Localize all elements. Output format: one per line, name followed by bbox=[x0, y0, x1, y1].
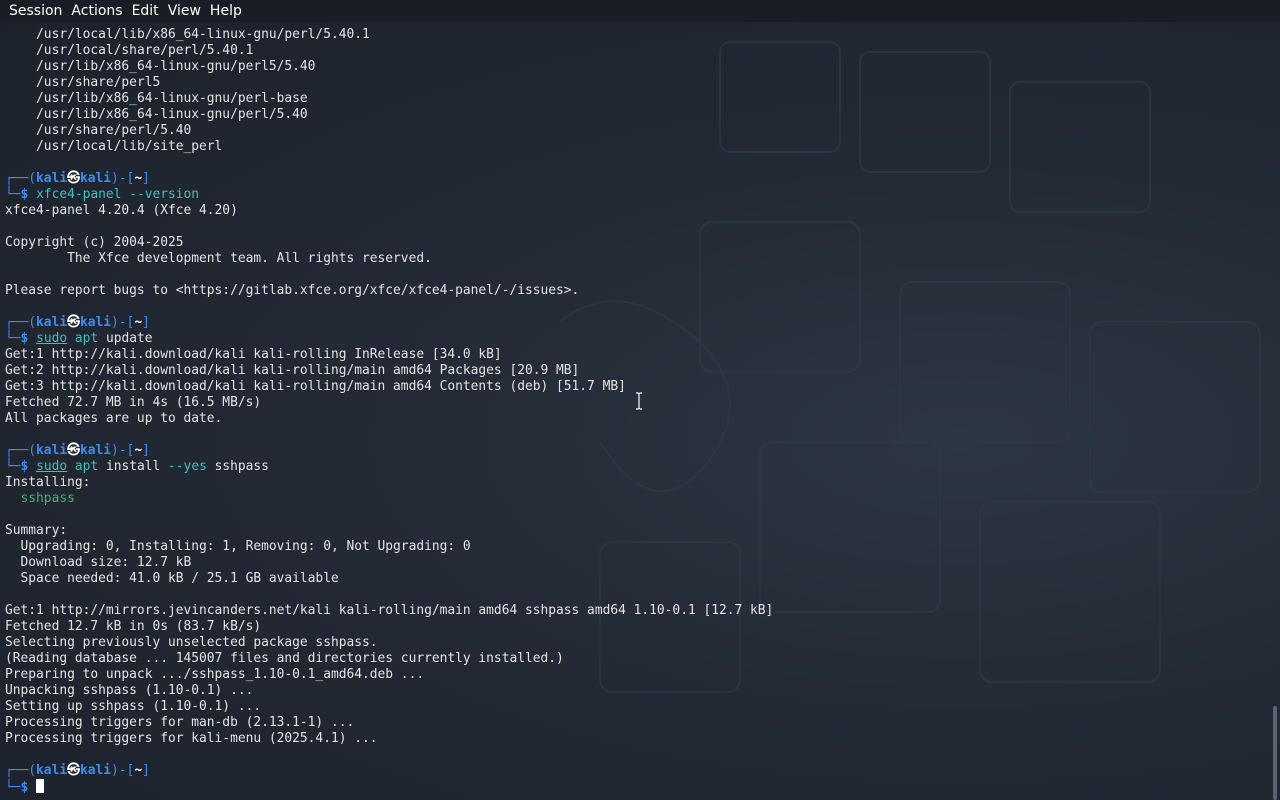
output-line: Get:1 http://kali.download/kali kali-rol… bbox=[5, 347, 502, 362]
prompt-header: ┌──(kali㉿kali)-[~] bbox=[5, 443, 150, 458]
output-line: Selecting previously unselected package … bbox=[5, 635, 378, 650]
output-line: /usr/local/share/perl/5.40.1 bbox=[36, 43, 254, 58]
menu-bar: Session Actions Edit View Help bbox=[0, 0, 1280, 22]
command-line: └─$ sudo apt install --yes sshpass bbox=[5, 459, 269, 474]
output-line: /usr/share/perl/5.40 bbox=[36, 123, 192, 138]
command-line: └─$ sudo apt update bbox=[5, 331, 153, 346]
menu-session[interactable]: Session bbox=[0, 0, 66, 22]
output-line: /usr/local/lib/site_perl bbox=[36, 139, 223, 154]
output-line: /usr/share/perl5 bbox=[36, 75, 161, 90]
output-line: Please report bugs to <https://gitlab.xf… bbox=[5, 283, 580, 298]
prompt-header: ┌──(kali㉿kali)-[~] bbox=[5, 763, 150, 778]
output-line: Download size: 12.7 kB bbox=[5, 555, 192, 570]
output-line: The Xfce development team. All rights re… bbox=[5, 251, 432, 266]
prompt-header: ┌──(kali㉿kali)-[~] bbox=[5, 171, 150, 186]
output-line: /usr/local/lib/x86_64-linux-gnu/perl/5.4… bbox=[36, 27, 370, 42]
command-line: └─$ xfce4-panel --version bbox=[5, 187, 200, 202]
output-line: (Reading database ... 145007 files and d… bbox=[5, 651, 564, 666]
output-line: Processing triggers for man-db (2.13.1-1… bbox=[5, 715, 355, 730]
output-line: /usr/lib/x86_64-linux-gnu/perl5/5.40 bbox=[36, 59, 316, 74]
menu-edit[interactable]: Edit bbox=[127, 0, 163, 22]
output-line: Processing triggers for kali-menu (2025.… bbox=[5, 731, 378, 746]
output-line: Unpacking sshpass (1.10-0.1) ... bbox=[5, 683, 254, 698]
menu-view[interactable]: View bbox=[163, 0, 205, 22]
output-line: Setting up sshpass (1.10-0.1) ... bbox=[5, 699, 262, 714]
output-line: All packages are up to date. bbox=[5, 411, 223, 426]
output-line: Fetched 12.7 kB in 0s (83.7 kB/s) bbox=[5, 619, 262, 634]
output-line: /usr/lib/x86_64-linux-gnu/perl-base bbox=[36, 91, 308, 106]
command-input-line[interactable]: └─$ bbox=[0, 779, 1270, 795]
terminal-output[interactable]: /usr/local/lib/x86_64-linux-gnu/perl/5.4… bbox=[0, 27, 1270, 800]
output-line: xfce4-panel 4.20.4 (Xfce 4.20) bbox=[5, 203, 238, 218]
ibeam-mouse-cursor-icon bbox=[636, 392, 642, 410]
output-line: Copyright (c) 2004-2025 bbox=[5, 235, 184, 250]
terminal-window: Session Actions Edit View Help /usr/loca… bbox=[0, 0, 1280, 800]
output-line: Upgrading: 0, Installing: 1, Removing: 0… bbox=[5, 539, 471, 554]
output-line: Summary: bbox=[5, 523, 68, 538]
menu-actions[interactable]: Actions bbox=[66, 0, 126, 22]
output-line: Get:2 http://kali.download/kali kali-rol… bbox=[5, 363, 580, 378]
output-line: Preparing to unpack .../sshpass_1.10-0.1… bbox=[5, 667, 425, 682]
prompt-header: ┌──(kali㉿kali)-[~] bbox=[5, 315, 150, 330]
output-line: Space needed: 41.0 kB / 25.1 GB availabl… bbox=[5, 571, 339, 586]
output-line: Installing: bbox=[5, 475, 91, 490]
package-name: sshpass bbox=[5, 491, 75, 506]
output-line: Get:1 http://mirrors.jevincanders.net/ka… bbox=[5, 603, 774, 618]
text-cursor bbox=[36, 779, 45, 793]
menu-help[interactable]: Help bbox=[205, 0, 246, 22]
scrollbar-thumb[interactable] bbox=[1273, 706, 1277, 800]
output-line: /usr/lib/x86_64-linux-gnu/perl/5.40 bbox=[36, 107, 308, 122]
